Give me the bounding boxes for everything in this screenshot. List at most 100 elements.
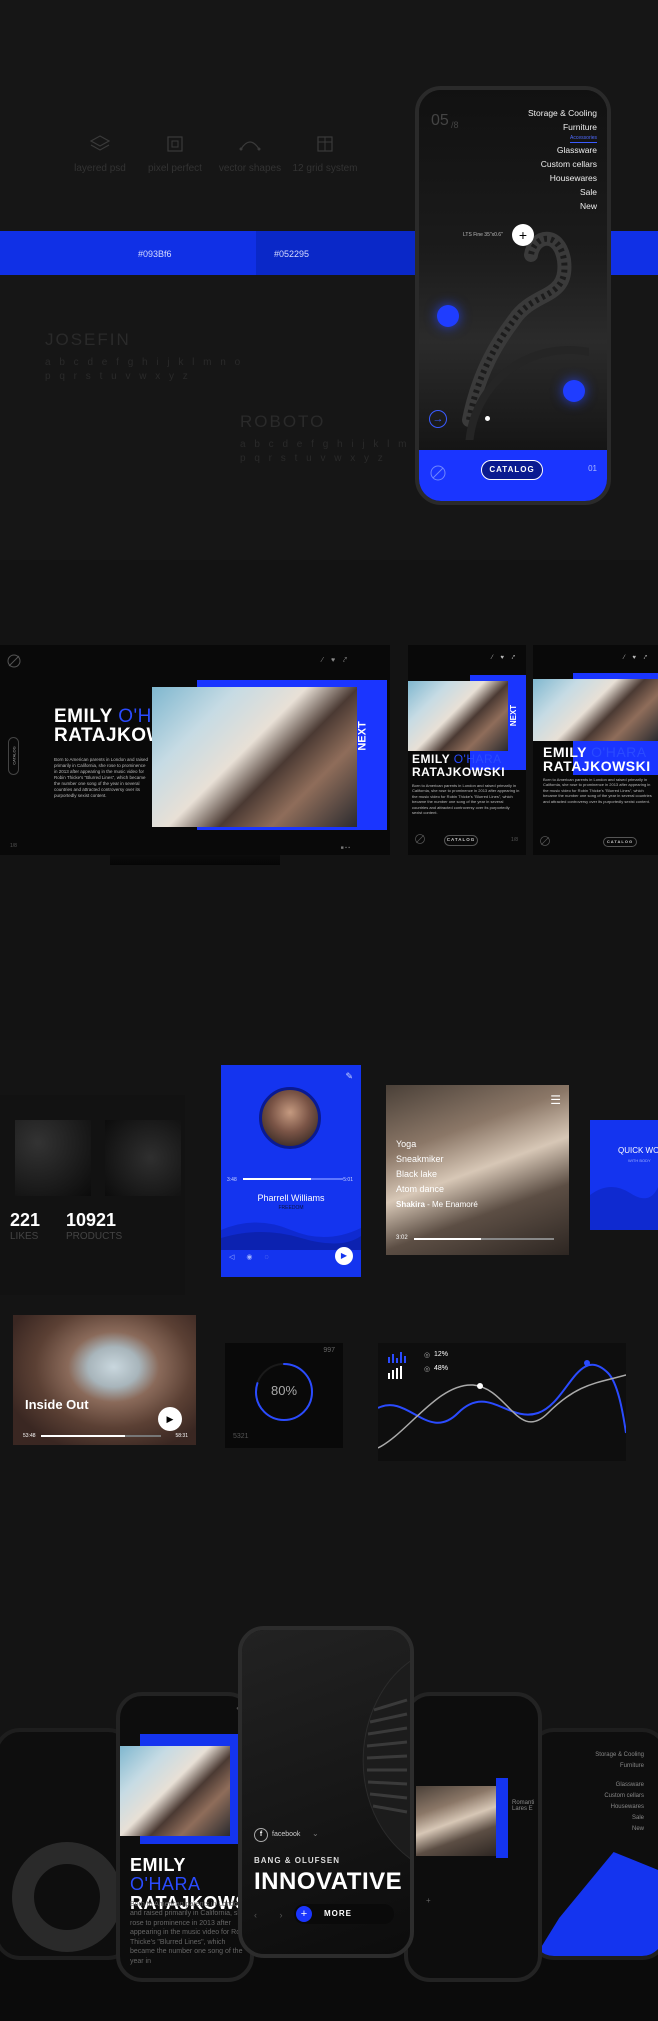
likes-label: LIKES <box>10 1231 39 1242</box>
pager-dots[interactable]: ■ ▪ ▪ <box>341 845 350 851</box>
widgets-section: 221 LIKES 10921 PRODUCTS ✎ 3:48 5:01 Pha… <box>0 1040 658 1600</box>
progress-track[interactable] <box>243 1178 343 1180</box>
music-player-card: ✎ 3:48 5:01 Pharrell Williams FREEDOM ◁ … <box>221 1065 361 1277</box>
menu-item[interactable]: Furniture <box>595 1761 644 1772</box>
phone-mockup-far-left <box>0 1728 134 1960</box>
model-photo <box>533 679 658 741</box>
page: layered psd pixel perfect vector shapes … <box>0 0 658 2021</box>
wave-graphic <box>590 1186 658 1230</box>
menu-item[interactable]: Glassware <box>595 1780 644 1791</box>
progress-bottom-label: 5321 <box>233 1433 249 1440</box>
share-icons[interactable]: ⁄ ♥ ⤤ <box>492 655 518 662</box>
menu-item[interactable]: Housewares <box>595 1802 644 1813</box>
menu-icon[interactable]: ☰ <box>550 1093 561 1107</box>
logo-icon <box>540 836 550 846</box>
progress-track[interactable] <box>414 1238 554 1240</box>
menu-item[interactable]: Custom cellars <box>595 1791 644 1802</box>
menu-item-active[interactable]: Accessories <box>570 134 597 143</box>
phone-mockup-left: ✎ EMILY O'HARA RATAJKOWS Born to America… <box>116 1692 254 1982</box>
hotspot-icon[interactable] <box>437 305 459 327</box>
playlist-item[interactable]: Black lake <box>396 1167 478 1182</box>
menu-item[interactable]: Glassware <box>510 143 597 157</box>
primary-color-label: #093Bf6 <box>138 249 172 259</box>
next-label[interactable]: NEXT <box>509 705 518 726</box>
style-guide-section: layered psd pixel perfect vector shapes … <box>0 0 658 560</box>
menu-item[interactable]: Storage & Cooling <box>595 1750 644 1761</box>
player-controls[interactable]: ◁ ◉ ◌ <box>229 1253 274 1261</box>
play-icon[interactable]: ▶ <box>335 1247 353 1265</box>
spread-section: ⁄ ♥ ⤤ CATALOG EMILY O'HARA RATAJKOWSKI B… <box>0 560 658 1040</box>
add-icon[interactable]: + <box>512 224 534 246</box>
catalog-button[interactable]: CATALOG <box>481 460 543 480</box>
progress-fill <box>243 1178 311 1180</box>
products-stat: 10921 PRODUCTS <box>66 1210 122 1242</box>
products-label: PRODUCTS <box>66 1231 123 1242</box>
play-icon[interactable]: ▶ <box>158 1407 182 1431</box>
catalog-button[interactable]: CATALOG <box>444 835 478 846</box>
feature-label: 12 grid system <box>292 163 358 174</box>
name-first: EMILY <box>54 706 113 727</box>
bottom-bar: CATALOG 01 <box>419 450 607 501</box>
font-name: ROBOTO <box>240 412 326 431</box>
arrow-right-icon[interactable]: → <box>429 410 447 428</box>
time-start: 53:48 <box>23 1433 36 1439</box>
catalog-button[interactable]: CATALOG <box>603 837 637 847</box>
plus-icon: + <box>296 1906 312 1922</box>
phone-mockup-catalog: 05 /8 Storage & Cooling Furniture Access… <box>415 86 611 505</box>
more-button[interactable]: + MORE <box>294 1904 394 1924</box>
product-thumb[interactable] <box>15 1120 91 1196</box>
accent-shape <box>532 1852 658 1956</box>
menu-item[interactable]: Sale <box>510 185 597 199</box>
model-photo <box>152 687 357 827</box>
playlist-item[interactable]: Yoga <box>396 1137 478 1152</box>
model-photo <box>120 1746 230 1836</box>
chevron-down-icon[interactable]: ⌄ <box>312 1829 319 1838</box>
social-label[interactable]: facebook <box>272 1831 300 1838</box>
bio-text: Born to American parents in London and r… <box>543 777 652 804</box>
activity-chart-widget: ◎ 12% ◎ 48% <box>378 1343 626 1461</box>
pager-dot[interactable] <box>485 416 490 421</box>
progress-fill <box>414 1238 482 1240</box>
alphabet-row: p q r s t u v w x y z <box>45 371 191 382</box>
likes-number: 221 <box>10 1210 41 1230</box>
grid-icon <box>317 136 333 152</box>
model-photo <box>416 1786 496 1856</box>
menu-item[interactable]: Storage & Cooling <box>510 106 597 120</box>
progress-track[interactable] <box>41 1435 161 1437</box>
track-title: Inside Out <box>25 1397 89 1412</box>
next-label[interactable]: NEXT <box>357 721 369 750</box>
brand-label: BANG & OLUFSEN <box>254 1856 340 1865</box>
facebook-icon[interactable]: f <box>254 1828 268 1842</box>
share-icons[interactable]: ⁄ ♥ ⤤ <box>624 655 650 662</box>
add-icon[interactable]: + <box>426 1896 431 1905</box>
alphabet-row: a b c d e f g h i j k l m n o <box>45 357 244 368</box>
name-first: EMILY <box>412 752 450 766</box>
hotspot-icon[interactable] <box>563 380 585 402</box>
menu-item[interactable]: Housewares <box>510 171 597 185</box>
nav-arrows[interactable]: ‹ › <box>254 1910 293 1920</box>
secondary-color-label: #052295 <box>274 249 310 259</box>
monitor-stand <box>110 855 280 865</box>
playlist-item[interactable]: Sneakmiker <box>396 1152 478 1167</box>
menu-item[interactable]: Furniture <box>510 120 597 134</box>
now-playing[interactable]: Shakira - Me Enamoré <box>396 1197 478 1212</box>
products-number: 10921 <box>66 1210 117 1230</box>
time-start: 3:48 <box>227 1177 237 1183</box>
feature-grid: 12 grid system <box>280 133 370 174</box>
playlist-item[interactable]: Atom dance <box>396 1182 478 1197</box>
headline: INNOVATIVE <box>254 1868 403 1895</box>
edit-icon[interactable]: ✎ <box>345 1071 353 1082</box>
now-time: 3:02 <box>396 1235 408 1241</box>
menu-item[interactable]: Sale <box>595 1813 644 1824</box>
menu-item[interactable]: New <box>595 1824 644 1835</box>
side-catalog-tab[interactable]: CATALOG <box>8 737 19 775</box>
progress-top-label: 997 <box>323 1347 335 1354</box>
product-thumb[interactable] <box>105 1120 181 1196</box>
time-end: 5:01 <box>343 1177 353 1183</box>
menu-item[interactable]: Custom cellars <box>510 157 597 171</box>
share-icons[interactable]: ⁄ ♥ ⤤ <box>322 657 350 665</box>
progress-widget: 997 80% 5321 <box>225 1343 343 1448</box>
quick-title: QUICK WO <box>618 1146 658 1155</box>
feature-label: vector shapes <box>218 163 282 174</box>
menu-item[interactable]: New <box>510 199 597 213</box>
